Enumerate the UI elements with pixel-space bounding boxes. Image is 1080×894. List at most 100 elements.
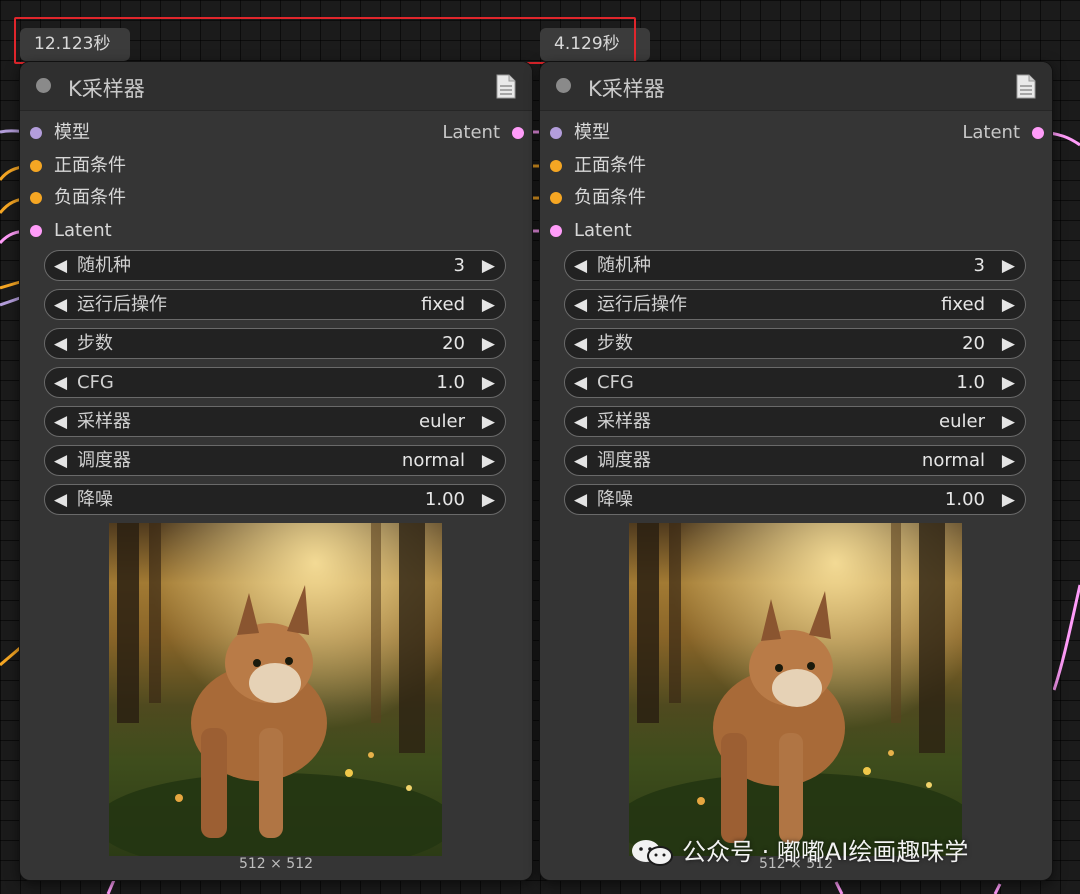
slot-label: 正面条件 — [574, 155, 646, 176]
node-title: K采样器 — [68, 77, 145, 101]
arrow-left-icon[interactable]: ◀ — [54, 372, 67, 394]
arrow-right-icon[interactable]: ▶ — [482, 411, 495, 433]
widget-denoise[interactable]: ◀ 降噪 1.00 ▶ — [44, 484, 506, 515]
arrow-right-icon[interactable]: ▶ — [1002, 255, 1015, 277]
latent-slot-icon[interactable] — [30, 225, 42, 237]
widget-seed[interactable]: ◀ 随机种 3 ▶ — [564, 250, 1026, 281]
widget-value[interactable]: 1.00 — [945, 488, 985, 512]
input-slot-latent[interactable]: Latent — [30, 219, 112, 243]
arrow-left-icon[interactable]: ◀ — [54, 450, 67, 472]
arrow-left-icon[interactable]: ◀ — [574, 411, 587, 433]
arrow-right-icon[interactable]: ▶ — [482, 489, 495, 511]
widget-label: 运行后操作 — [77, 294, 167, 315]
widget-sampler[interactable]: ◀ 采样器 euler ▶ — [564, 406, 1026, 437]
widget-value[interactable]: 1.00 — [425, 488, 465, 512]
model-slot-icon[interactable] — [550, 127, 562, 139]
output-slot-latent[interactable]: Latent — [962, 121, 1044, 145]
widget-value[interactable]: euler — [939, 410, 985, 434]
widget-steps[interactable]: ◀ 步数 20 ▶ — [564, 328, 1026, 359]
widget-seed[interactable]: ◀ 随机种 3 ▶ — [44, 250, 506, 281]
watermark-text: 公众号 · 嘟嘟AI绘画趣味学 — [682, 838, 969, 866]
widget-value[interactable]: 20 — [962, 332, 985, 356]
arrow-left-icon[interactable]: ◀ — [574, 294, 587, 316]
input-slot-positive[interactable]: 正面条件 — [30, 154, 126, 178]
slot-label: Latent — [442, 122, 500, 143]
widget-value[interactable]: 20 — [442, 332, 465, 356]
wechat-icon — [632, 840, 673, 866]
ksampler-node-2[interactable]: K采样器 模型 Latent 正面条件 负面条件 Latent ◀ 随机种 3 … — [540, 62, 1052, 880]
wire-extra-2 — [0, 296, 21, 307]
widget-scheduler[interactable]: ◀ 调度器 normal ▶ — [564, 445, 1026, 476]
arrow-left-icon[interactable]: ◀ — [574, 489, 587, 511]
arrow-right-icon[interactable]: ▶ — [1002, 450, 1015, 472]
conditioning-slot-icon[interactable] — [30, 192, 42, 204]
document-icon[interactable] — [1016, 74, 1036, 99]
arrow-left-icon[interactable]: ◀ — [54, 411, 67, 433]
widget-label: 步数 — [597, 333, 633, 354]
widget-label: 采样器 — [597, 411, 651, 432]
document-icon[interactable] — [496, 74, 516, 99]
input-slot-negative[interactable]: 负面条件 — [30, 186, 126, 210]
output-slot-latent[interactable]: Latent — [442, 121, 524, 145]
widget-label: 降噪 — [77, 489, 113, 510]
model-slot-icon[interactable] — [30, 127, 42, 139]
input-slot-latent[interactable]: Latent — [550, 219, 632, 243]
widget-scheduler[interactable]: ◀ 调度器 normal ▶ — [44, 445, 506, 476]
arrow-right-icon[interactable]: ▶ — [1002, 333, 1015, 355]
widget-cfg[interactable]: ◀ CFG 1.0 ▶ — [44, 367, 506, 398]
widget-value[interactable]: euler — [419, 410, 465, 434]
input-slot-model[interactable]: 模型 — [550, 121, 610, 145]
arrow-left-icon[interactable]: ◀ — [54, 333, 67, 355]
arrow-left-icon[interactable]: ◀ — [54, 294, 67, 316]
wire-latent-down — [1052, 584, 1080, 691]
widget-label: 降噪 — [597, 489, 633, 510]
slot-label: 正面条件 — [54, 155, 126, 176]
widget-value[interactable]: 1.0 — [956, 371, 985, 395]
widget-value[interactable]: 3 — [974, 254, 985, 278]
latent-output-slot-icon[interactable] — [1032, 127, 1044, 139]
widget-steps[interactable]: ◀ 步数 20 ▶ — [44, 328, 506, 359]
arrow-right-icon[interactable]: ▶ — [482, 450, 495, 472]
input-slot-positive[interactable]: 正面条件 — [550, 154, 646, 178]
arrow-left-icon[interactable]: ◀ — [54, 255, 67, 277]
widget-cfg[interactable]: ◀ CFG 1.0 ▶ — [564, 367, 1026, 398]
input-slot-negative[interactable]: 负面条件 — [550, 186, 646, 210]
widget-value[interactable]: 1.0 — [436, 371, 465, 395]
widget-value[interactable]: normal — [922, 449, 985, 473]
arrow-right-icon[interactable]: ▶ — [1002, 372, 1015, 394]
conditioning-slot-icon[interactable] — [550, 192, 562, 204]
widget-value[interactable]: fixed — [941, 293, 985, 317]
widget-value[interactable]: 3 — [454, 254, 465, 278]
arrow-left-icon[interactable]: ◀ — [54, 489, 67, 511]
widget-sampler[interactable]: ◀ 采样器 euler ▶ — [44, 406, 506, 437]
arrow-left-icon[interactable]: ◀ — [574, 450, 587, 472]
latent-slot-icon[interactable] — [550, 225, 562, 237]
widget-control-after-generate[interactable]: ◀ 运行后操作 fixed ▶ — [44, 289, 506, 320]
arrow-right-icon[interactable]: ▶ — [482, 255, 495, 277]
arrow-right-icon[interactable]: ▶ — [1002, 411, 1015, 433]
arrow-left-icon[interactable]: ◀ — [574, 372, 587, 394]
widget-value[interactable]: normal — [402, 449, 465, 473]
arrow-left-icon[interactable]: ◀ — [574, 255, 587, 277]
arrow-right-icon[interactable]: ▶ — [1002, 294, 1015, 316]
node-header[interactable]: K采样器 — [540, 62, 1052, 111]
conditioning-slot-icon[interactable] — [550, 160, 562, 172]
latent-output-slot-icon[interactable] — [512, 127, 524, 139]
widget-value[interactable]: fixed — [421, 293, 465, 317]
ksampler-node-1[interactable]: K采样器 模型 Latent 正面条件 负面条件 Latent ◀ 随机种 3 … — [20, 62, 532, 880]
arrow-left-icon[interactable]: ◀ — [574, 333, 587, 355]
arrow-right-icon[interactable]: ▶ — [482, 333, 495, 355]
arrow-right-icon[interactable]: ▶ — [482, 294, 495, 316]
arrow-right-icon[interactable]: ▶ — [482, 372, 495, 394]
input-slot-model[interactable]: 模型 — [30, 121, 90, 145]
node-header[interactable]: K采样器 — [20, 62, 532, 111]
arrow-right-icon[interactable]: ▶ — [1002, 489, 1015, 511]
conditioning-slot-icon[interactable] — [30, 160, 42, 172]
collapse-dot-icon[interactable] — [36, 78, 51, 93]
collapse-dot-icon[interactable] — [556, 78, 571, 93]
widget-denoise[interactable]: ◀ 降噪 1.00 ▶ — [564, 484, 1026, 515]
preview-image[interactable] — [629, 523, 962, 856]
preview-image[interactable] — [109, 523, 442, 856]
widget-control-after-generate[interactable]: ◀ 运行后操作 fixed ▶ — [564, 289, 1026, 320]
wire-extra-1 — [0, 280, 21, 290]
